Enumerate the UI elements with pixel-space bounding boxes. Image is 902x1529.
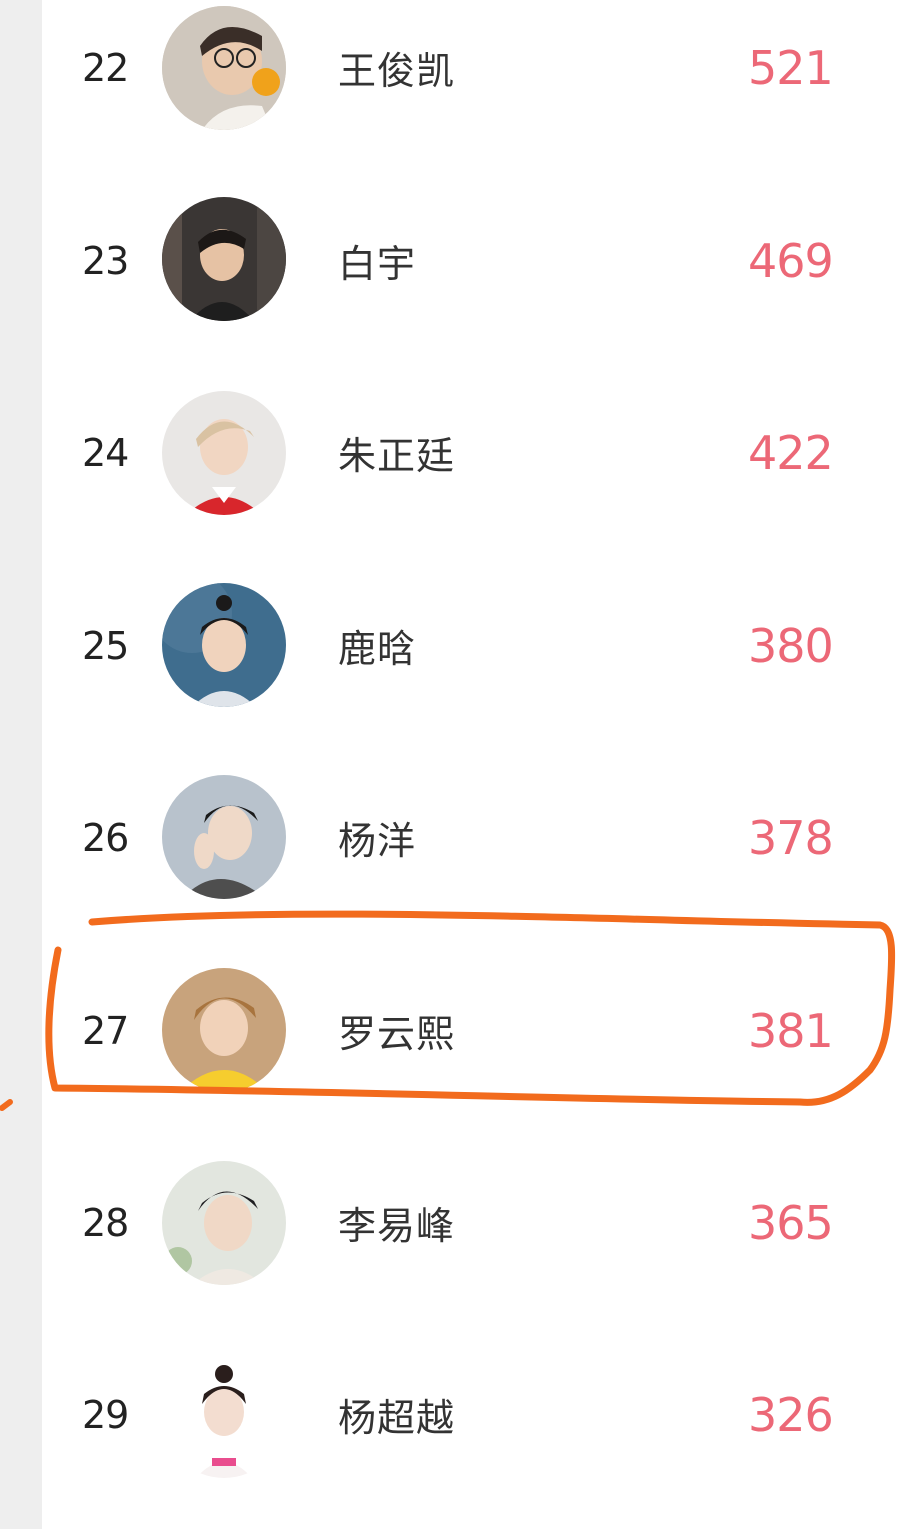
person-name: 白宇 [338, 242, 417, 286]
rank-number: 29 [82, 1392, 129, 1437]
person-name: 鹿晗 [338, 627, 417, 671]
ranking-row[interactable]: 22 王俊凯 521 [42, 0, 902, 164]
ranking-row[interactable]: 25 鹿晗 380 [42, 549, 902, 742]
score-value: 422 [748, 425, 834, 480]
score-value: 380 [748, 618, 834, 673]
ranking-row[interactable]: 26 杨洋 378 [42, 741, 902, 934]
score-value: 326 [748, 1387, 834, 1442]
ranking-row[interactable]: 29 杨超越 326 [42, 1318, 902, 1511]
avatar-icon[interactable] [162, 197, 286, 321]
avatar-icon[interactable] [162, 1354, 286, 1478]
ranking-row[interactable]: 24 朱正廷 422 [42, 356, 902, 549]
avatar-icon[interactable] [162, 391, 286, 515]
score-value: 521 [748, 40, 834, 95]
score-value: 378 [748, 810, 834, 865]
rank-number: 25 [82, 623, 129, 668]
avatar-icon[interactable] [162, 968, 286, 1092]
person-name: 杨洋 [338, 819, 417, 863]
avatar-icon[interactable] [162, 583, 286, 707]
rank-number: 24 [82, 430, 129, 475]
rank-number: 23 [82, 238, 129, 283]
score-value: 381 [748, 1003, 834, 1058]
avatar-icon[interactable] [162, 775, 286, 899]
rank-number: 28 [82, 1200, 129, 1245]
person-name: 李易峰 [338, 1204, 456, 1248]
highlight-mark [0, 1099, 13, 1111]
avatar-icon[interactable] [162, 1161, 286, 1285]
rank-number: 26 [82, 815, 129, 860]
person-name: 王俊凯 [338, 49, 456, 93]
ranking-row[interactable]: 28 李易峰 365 [42, 1126, 902, 1319]
score-value: 469 [748, 233, 834, 288]
person-name: 杨超越 [338, 1396, 456, 1440]
person-name: 罗云熙 [338, 1012, 456, 1056]
score-value: 365 [748, 1195, 834, 1250]
avatar-icon[interactable] [162, 6, 286, 130]
rank-number: 22 [82, 45, 129, 90]
ranking-row[interactable]: 23 白宇 469 [42, 164, 902, 357]
ranking-screen: 22 王俊凯 521 23 白宇 469 24 朱正廷 422 25 鹿晗 38… [0, 0, 902, 1529]
person-name: 朱正廷 [338, 434, 456, 478]
ranking-row-highlighted[interactable]: 27 罗云熙 381 [42, 934, 902, 1127]
rank-number: 27 [82, 1008, 129, 1053]
